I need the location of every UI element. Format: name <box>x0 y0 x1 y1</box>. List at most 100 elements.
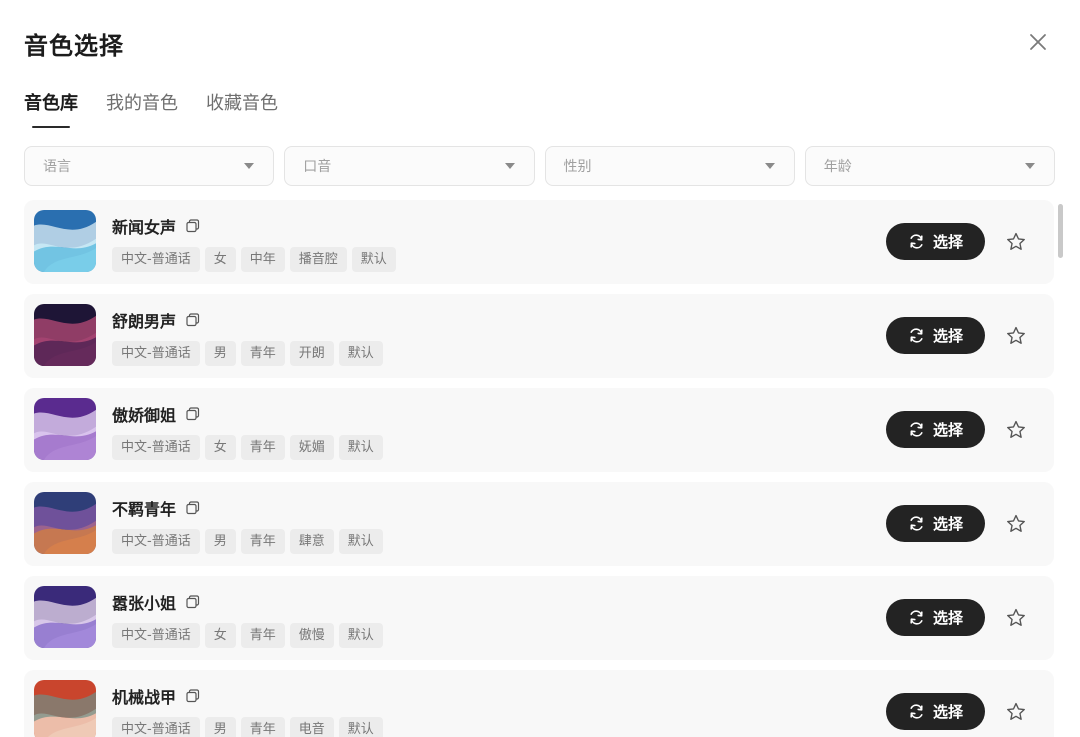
select-button-label: 选择 <box>932 421 963 439</box>
chevron-down-icon <box>1025 163 1035 169</box>
voice-name: 傲娇御姐 <box>112 406 177 425</box>
tab-voice-library[interactable]: 音色库 <box>24 90 78 128</box>
accent-select-label: 口音 <box>303 159 332 175</box>
copy-icon[interactable] <box>186 501 200 515</box>
select-button[interactable]: 选择 <box>886 411 985 448</box>
voice-tags: 中文-普通话女青年 妩媚 默认 <box>112 435 383 460</box>
refresh-icon <box>910 516 923 531</box>
star-icon <box>1007 514 1025 532</box>
voice-tag: 中文-普通话 <box>112 717 200 737</box>
select-button-label: 选择 <box>932 233 963 251</box>
voice-tag: 青年 <box>240 623 285 648</box>
voice-tag: 傲慢 <box>289 623 334 648</box>
star-icon <box>1007 702 1025 720</box>
voice-tag: 妩媚 <box>289 435 334 460</box>
voice-tags: 中文-普通话女中年 播音腔 默认 <box>112 247 396 272</box>
voice-tag: 青年 <box>240 717 285 737</box>
voice-tag: 青年 <box>240 529 285 554</box>
voice-tag: 女 <box>204 623 236 648</box>
voice-tag: 女 <box>204 247 236 272</box>
language-select[interactable]: 语言 <box>24 146 275 186</box>
voice-list-item[interactable]: 舒朗男声 中文-普通话男青年 开朗 默认 选择 <box>24 294 1054 378</box>
voice-tag: 中文-普通话 <box>112 529 200 554</box>
voice-name: 舒朗男声 <box>112 312 177 331</box>
favorite-button[interactable] <box>1004 324 1028 348</box>
star-icon <box>1007 608 1025 626</box>
gender-select-label: 性别 <box>563 159 592 175</box>
tab-my-voices[interactable]: 我的音色 <box>106 90 178 128</box>
voice-tag: 肆意 <box>289 529 334 554</box>
voice-tag: 默认 <box>338 717 383 737</box>
voice-tag: 中文-普通话 <box>112 247 200 272</box>
voice-tag: 男 <box>204 717 236 737</box>
language-select-label: 语言 <box>43 159 71 175</box>
voice-tags: 中文-普通话女青年 傲慢 默认 <box>112 623 383 648</box>
voice-tag: 默认 <box>338 341 383 366</box>
refresh-icon <box>910 704 923 719</box>
select-button-label: 选择 <box>932 327 963 345</box>
age-select-label: 年龄 <box>823 159 852 175</box>
voice-thumbnail <box>34 210 96 272</box>
voice-list[interactable]: 新闻女声 中文-普通话女中年 播音腔 默认 选择 舒朗男声 中文-普通话 男 青… <box>24 200 1054 737</box>
voice-thumbnail <box>34 304 96 366</box>
close-button[interactable] <box>1024 28 1052 56</box>
age-select[interactable]: 年龄 <box>804 146 1055 186</box>
voice-tag: 女 <box>204 435 236 460</box>
voice-tag: 男 <box>204 529 236 554</box>
chevron-down-icon <box>244 163 255 169</box>
voice-tags: 中文-普通话男青年 电音 默认 <box>112 717 383 737</box>
refresh-icon <box>910 422 923 437</box>
voice-name: 机械战甲 <box>112 688 177 707</box>
select-button[interactable]: 选择 <box>886 223 985 260</box>
copy-icon[interactable] <box>186 689 200 703</box>
voice-name: 嚣张小姐 <box>112 594 177 613</box>
scrollbar-thumb[interactable] <box>1058 204 1063 258</box>
copy-icon[interactable] <box>186 595 200 609</box>
favorite-button[interactable] <box>1004 700 1028 724</box>
voice-list-item[interactable]: 不羁青年 中文-普通话男青年 肆意 默认 选择 <box>24 482 1054 566</box>
select-button-label: 选择 <box>932 515 963 533</box>
voice-tag: 中文-普通话 <box>112 623 200 648</box>
chevron-down-icon <box>504 163 515 169</box>
favorite-button[interactable] <box>1004 230 1028 254</box>
gender-select[interactable]: 性别 <box>544 146 795 186</box>
copy-icon[interactable] <box>186 313 200 327</box>
voice-tag: 中年 <box>240 247 285 272</box>
voice-tag: 男 <box>204 341 236 366</box>
voice-tag: 开朗 <box>289 341 334 366</box>
voice-tag: 默认 <box>351 247 396 272</box>
voice-tag: 中文-普通话 <box>112 341 200 366</box>
dialog-title: 音色选择 <box>24 32 124 60</box>
voice-list-item[interactable]: 机械战甲 中文-普通话男青年 电音 默认 选择 <box>24 670 1054 737</box>
copy-icon[interactable] <box>186 407 200 421</box>
select-button[interactable]: 选择 <box>886 317 985 354</box>
voice-name: 不羁青年 <box>112 500 177 519</box>
select-button-label: 选择 <box>932 703 963 721</box>
voice-tag: 默认 <box>338 529 383 554</box>
voice-tag: 播音腔 <box>289 247 347 272</box>
voice-tags: 中文-普通话男青年 开朗 默认 <box>112 341 383 366</box>
select-button[interactable]: 选择 <box>886 599 985 636</box>
favorite-button[interactable] <box>1004 606 1028 630</box>
accent-select[interactable]: 口音 <box>284 146 535 186</box>
favorite-button[interactable] <box>1004 512 1028 536</box>
select-button[interactable]: 选择 <box>886 505 985 542</box>
voice-tag: 默认 <box>338 435 383 460</box>
voice-thumbnail <box>34 492 96 554</box>
voice-tag: 青年 <box>240 341 285 366</box>
voice-select-dialog: 音色选择 音色库 我的音色 收藏音色 语言 口音 性别 年龄 新闻女声 中文-普… <box>0 0 1080 737</box>
voice-tag: 电音 <box>289 717 334 737</box>
select-button[interactable]: 选择 <box>886 693 985 730</box>
voice-list-item[interactable]: 新闻女声 中文-普通话女中年 播音腔 默认 选择 <box>24 200 1054 284</box>
refresh-icon <box>910 234 923 249</box>
star-icon <box>1007 326 1025 344</box>
refresh-icon <box>910 328 923 343</box>
star-icon <box>1007 420 1025 438</box>
chevron-down-icon <box>764 163 775 169</box>
favorite-button[interactable] <box>1004 418 1028 442</box>
star-icon <box>1007 232 1025 250</box>
tab-favorite-voices[interactable]: 收藏音色 <box>206 90 278 128</box>
voice-list-item[interactable]: 傲娇御姐 中文-普通话女青年 妩媚 默认 选择 <box>24 388 1054 472</box>
copy-icon[interactable] <box>186 219 200 233</box>
voice-list-item[interactable]: 嚣张小姐 中文-普通话女青年 傲慢 默认 选择 <box>24 576 1054 660</box>
